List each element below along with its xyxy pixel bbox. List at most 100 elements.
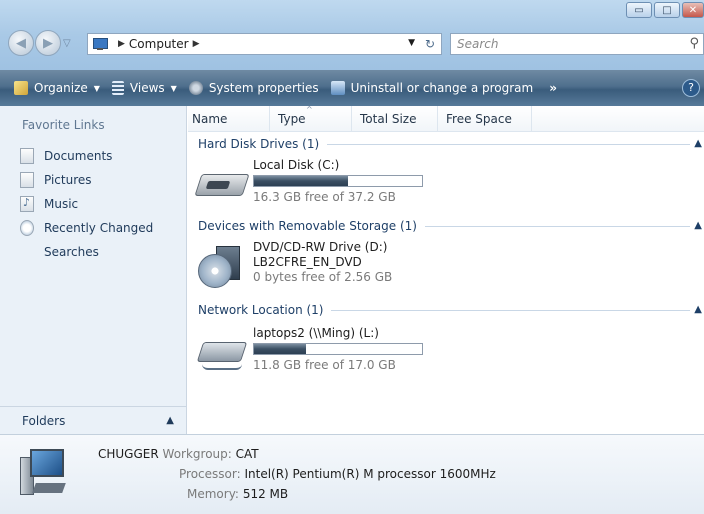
network-drive-icon (196, 332, 250, 376)
computer-icon (20, 449, 68, 499)
drive-tile-dvd[interactable]: DVD/CD-RW Drive (D:) LB2CFRE_EN_DVD 0 by… (196, 240, 496, 292)
favorite-link-label: Recently Changed (44, 221, 154, 235)
documents-icon (20, 148, 34, 164)
organize-label: Organize (34, 81, 88, 95)
drive-usage-fill (254, 176, 349, 186)
favorite-link-label: Music (44, 197, 79, 211)
system-properties-icon (188, 81, 203, 95)
forward-arrow-icon: ▶ (43, 35, 53, 51)
group-divider (331, 309, 690, 311)
group-hard-disk-drives: Hard Disk Drives (1) ▲ (188, 134, 704, 154)
memory-label: Memory: (187, 487, 239, 501)
hard-drive-icon (194, 164, 250, 208)
drive-usage-bar (253, 343, 423, 355)
drive-name: laptops2 (\\Ming) (L:) (253, 326, 379, 340)
system-properties-button[interactable]: System properties (188, 81, 319, 95)
file-list-pane: Name ^ Type Total Size Free Space Hard D… (188, 105, 704, 434)
collapse-group-icon[interactable]: ▲ (694, 138, 702, 149)
breadcrumb-computer[interactable]: Computer (129, 37, 189, 51)
maximize-button[interactable]: □ (654, 2, 680, 18)
favorite-link-searches[interactable]: Searches (20, 240, 484, 293)
column-headers: Name ^ Type Total Size Free Space (188, 105, 704, 132)
views-button[interactable]: Views ▼ (111, 81, 177, 95)
group-header[interactable]: Devices with Removable Storage (1) ▲ (188, 216, 704, 236)
details-pane: CHUGGER Workgroup: CAT Processor: Intel(… (0, 434, 704, 514)
drive-tile-local-disk[interactable]: Local Disk (C:) 16.3 GB free of 37.2 GB (194, 158, 496, 210)
favorite-link-music[interactable]: Music (20, 192, 153, 216)
uninstall-program-button[interactable]: Uninstall or change a program (330, 81, 534, 95)
details-row-memory: Memory: 512 MB (187, 487, 288, 501)
drive-tile-network[interactable]: laptops2 (\\Ming) (L:) 11.8 GB free of 1… (196, 326, 496, 378)
group-removable-storage: Devices with Removable Storage (1) ▲ (188, 216, 704, 236)
minimize-button[interactable]: ▭ (626, 2, 652, 18)
computer-name: CHUGGER (98, 447, 159, 461)
forward-button[interactable]: ▶ (35, 30, 61, 56)
drive-free-space: 0 bytes free of 2.56 GB (253, 270, 393, 284)
window-title-bar: ▭ □ ✕ ◀ ▶ ▽ ▶ Computer ▶ ▼ ↻ Search ⚲ (0, 0, 704, 70)
search-input[interactable]: Search ⚲ (450, 33, 704, 55)
folders-label: Folders (22, 413, 66, 428)
column-header-total-size[interactable]: Total Size (352, 106, 438, 132)
views-icon (111, 81, 124, 95)
recently-changed-icon (20, 220, 34, 236)
collapse-group-icon[interactable]: ▲ (694, 304, 702, 315)
group-header[interactable]: Network Location (1) ▲ (188, 300, 704, 320)
chevron-up-icon: ▲ (166, 415, 174, 426)
group-title: Hard Disk Drives (1) (198, 137, 320, 151)
address-dropdown-icon[interactable]: ▼ (408, 38, 415, 48)
details-row-name: CHUGGER Workgroup: CAT (98, 447, 259, 461)
drive-free-space: 16.3 GB free of 37.2 GB (253, 190, 396, 204)
column-header-type-label: Type (278, 112, 306, 126)
window-controls: ▭ □ ✕ (626, 2, 704, 18)
group-network-location: Network Location (1) ▲ (188, 300, 704, 320)
music-icon (20, 196, 34, 212)
workgroup-label: Workgroup: (162, 447, 232, 461)
chevron-down-icon: ▼ (170, 83, 177, 93)
column-header-name[interactable]: Name (188, 106, 270, 132)
back-button[interactable]: ◀ (8, 30, 34, 56)
processor-value: Intel(R) Pentium(R) M processor 1600MHz (244, 467, 496, 481)
refresh-icon[interactable]: ↻ (425, 37, 435, 51)
group-title: Devices with Removable Storage (1) (198, 219, 417, 233)
group-divider (424, 225, 690, 227)
close-button[interactable]: ✕ (682, 2, 704, 18)
folders-toggle[interactable]: Folders ▲ (0, 406, 186, 434)
favorite-link-label: Searches (44, 245, 99, 259)
search-icon[interactable]: ⚲ (689, 36, 699, 51)
search-placeholder: Search (457, 37, 499, 51)
collapse-group-icon[interactable]: ▲ (694, 220, 702, 231)
back-arrow-icon: ◀ (16, 35, 26, 51)
views-label: Views (129, 81, 165, 95)
group-header[interactable]: Hard Disk Drives (1) ▲ (188, 134, 704, 154)
drive-volume-label: LB2CFRE_EN_DVD (253, 255, 362, 269)
breadcrumb-separator-icon[interactable]: ▶ (118, 39, 125, 49)
favorite-link-documents[interactable]: Documents (20, 144, 153, 168)
details-row-processor: Processor: Intel(R) Pentium(R) M process… (179, 467, 496, 481)
favorite-link-pictures[interactable]: Pictures (20, 168, 153, 192)
processor-label: Processor: (179, 467, 241, 481)
help-icon[interactable]: ? (682, 79, 700, 97)
favorite-link-recently-changed[interactable]: Recently Changed (20, 216, 153, 240)
navigation-pane: Favorite Links Documents Pictures Music … (0, 106, 484, 434)
workgroup-value: CAT (235, 447, 259, 461)
more-commands-icon[interactable]: » (549, 81, 557, 95)
column-header-free-space[interactable]: Free Space (438, 106, 532, 132)
drive-usage-bar (253, 175, 423, 187)
group-divider (327, 143, 690, 145)
dvd-drive-icon (196, 246, 250, 290)
chevron-down-icon: ▼ (93, 83, 100, 93)
uninstall-label: Uninstall or change a program (350, 81, 534, 95)
favorite-link-label: Pictures (44, 173, 92, 187)
recent-pages-dropdown-icon[interactable]: ▽ (63, 38, 71, 49)
favorite-links-heading: Favorite Links (22, 118, 105, 132)
organize-button[interactable]: Organize ▼ (14, 81, 100, 95)
column-header-type[interactable]: ^ Type (270, 105, 352, 132)
drive-free-space: 11.8 GB free of 17.0 GB (253, 358, 396, 372)
address-bar[interactable]: ▶ Computer ▶ ▼ ↻ (87, 33, 442, 55)
drive-usage-fill (254, 344, 307, 354)
favorite-link-label: Documents (44, 149, 113, 163)
navigation-buttons: ◀ ▶ ▽ (8, 30, 71, 56)
organize-icon (14, 81, 28, 95)
breadcrumb-separator-icon[interactable]: ▶ (193, 39, 200, 49)
drive-name: DVD/CD-RW Drive (D:) (253, 240, 388, 254)
